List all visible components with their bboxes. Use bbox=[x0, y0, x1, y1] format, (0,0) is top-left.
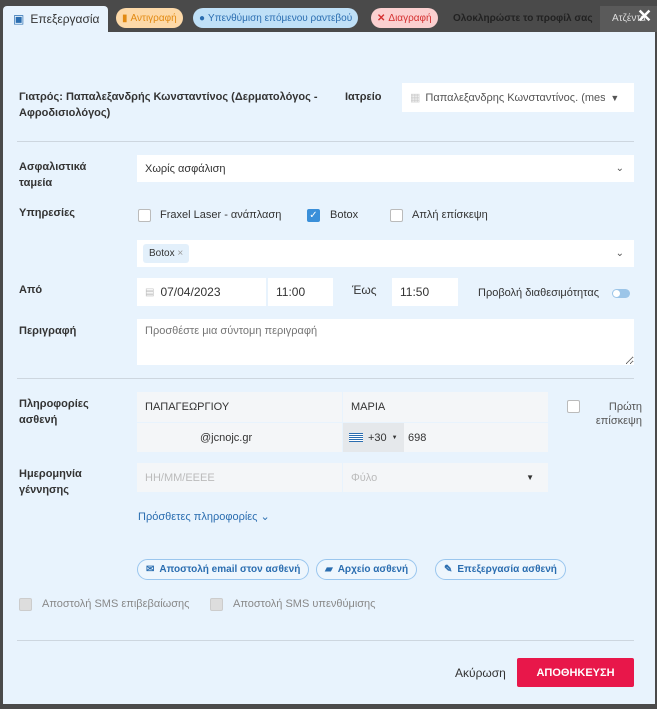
email-input[interactable]: @jcnojc.gr bbox=[137, 423, 342, 452]
calendar-icon: ▣ bbox=[13, 12, 25, 26]
copy-button[interactable]: ▮ Αντιγραφή bbox=[116, 8, 183, 28]
tab-edit[interactable]: ▣ Επεξεργασία bbox=[3, 6, 108, 32]
edit-patient-button[interactable]: ✎ Επεξεργασία ασθενή bbox=[435, 559, 566, 580]
insurance-select[interactable]: Χωρίς ασφάλιση ⌄ bbox=[137, 155, 634, 182]
caret-down-icon: ▼ bbox=[391, 434, 398, 441]
patient-info-label: Πληροφορίες ασθενή bbox=[19, 398, 89, 426]
gender-select[interactable]: Φύλο ▼ bbox=[343, 463, 548, 492]
chevron-down-icon: ⌄ bbox=[615, 163, 624, 174]
service-checkbox-fraxel[interactable] bbox=[138, 209, 151, 222]
first-visit-label: Πρώτη επίσκεψη bbox=[595, 401, 642, 427]
sms-reminder-label: Αποστολή SMS υπενθύμισης bbox=[233, 598, 376, 610]
grid-icon: ▦ bbox=[410, 92, 421, 104]
availability-label: Προβολή διαθεσιμότητας bbox=[478, 287, 600, 299]
phone-input[interactable]: 698 bbox=[404, 423, 548, 452]
service-label: Botox bbox=[330, 209, 359, 221]
clinic-select[interactable]: ▦ Παπαλεξανδρης Κωνσταντίνος. (mes ▼ bbox=[402, 83, 634, 112]
caret-down-icon: ▼ bbox=[610, 92, 620, 103]
tab-complete-profile[interactable]: Ολοκληρώστε το προφίλ σας bbox=[453, 13, 593, 24]
folder-icon: ▰ bbox=[325, 564, 333, 575]
sms-confirm-label: Αποστολή SMS επιβεβαίωσης bbox=[42, 598, 190, 610]
sms-reminder-checkbox[interactable] bbox=[210, 598, 223, 611]
divider bbox=[17, 141, 634, 142]
start-time-input[interactable]: 11:00 bbox=[268, 278, 333, 306]
send-email-button[interactable]: ✉ Αποστολή email στον ασθενή bbox=[137, 559, 310, 580]
cancel-button[interactable]: Ακύρωση bbox=[455, 666, 506, 680]
services-multiselect[interactable]: Botox × ⌄ bbox=[137, 240, 634, 267]
chevron-down-icon: ⌄ bbox=[260, 511, 270, 523]
more-info-link[interactable]: Πρόσθετες πληροφορίες ⌄ bbox=[138, 510, 270, 523]
patient-file-button[interactable]: ▰ Αρχείο ασθενή bbox=[316, 559, 418, 580]
chevron-down-icon: ⌄ bbox=[615, 248, 624, 259]
availability-toggle[interactable] bbox=[612, 289, 630, 298]
close-icon: ✕ bbox=[377, 12, 386, 24]
dob-input[interactable]: ΗΗ/ΜΜ/ΕΕΕΕ bbox=[137, 463, 342, 492]
envelope-icon: ✉ bbox=[146, 564, 155, 575]
service-tag: Botox × bbox=[143, 244, 190, 263]
dob-label: Ημερομηνία γέννησης bbox=[19, 468, 82, 496]
divider bbox=[17, 378, 634, 379]
insurance-label: Ασφαλιστικά ταμεία bbox=[19, 161, 87, 189]
copy-icon: ▮ bbox=[122, 12, 128, 24]
phone-country-select[interactable]: +30 ▼ bbox=[343, 423, 404, 452]
first-visit-checkbox[interactable] bbox=[567, 400, 580, 413]
description-textarea[interactable] bbox=[137, 319, 634, 365]
from-label: Από bbox=[19, 284, 43, 296]
save-button[interactable]: ΑΠΟΘΗΚΕΥΣΗ bbox=[517, 658, 634, 687]
service-label: Fraxel Laser - ανάπλαση bbox=[160, 209, 282, 221]
description-label: Περιγραφή bbox=[19, 325, 77, 337]
greece-flag-icon bbox=[349, 433, 363, 442]
last-name-input[interactable]: ΠΑΠΑΓΕΩΡΓΙΟΥ bbox=[137, 392, 342, 422]
delete-button[interactable]: ✕ Διαγραφή bbox=[371, 8, 438, 28]
divider bbox=[17, 640, 634, 641]
service-checkbox-botox[interactable]: ✓ bbox=[307, 209, 320, 222]
service-checkbox-simple-visit[interactable] bbox=[390, 209, 403, 222]
date-input[interactable]: ▤ 07/04/2023 bbox=[137, 278, 266, 306]
caret-down-icon: ▼ bbox=[526, 473, 534, 482]
services-label: Υπηρεσίες bbox=[19, 207, 76, 219]
calendar-icon: ▤ bbox=[145, 286, 155, 298]
remove-tag-icon[interactable]: × bbox=[177, 248, 183, 259]
sms-confirm-checkbox[interactable] bbox=[19, 598, 32, 611]
end-time-input[interactable]: 11:50 bbox=[392, 278, 458, 306]
pencil-icon: ✎ bbox=[444, 564, 453, 575]
bell-icon: ● bbox=[199, 12, 206, 24]
clinic-label: Ιατρείο bbox=[345, 91, 382, 103]
to-label: Έως bbox=[352, 283, 377, 297]
service-label: Απλή επίσκεψη bbox=[412, 209, 488, 221]
first-name-input[interactable]: ΜΑΡΙΑ bbox=[343, 392, 548, 422]
reminder-button[interactable]: ● Υπενθύμιση επόμενου ραντεβού bbox=[193, 8, 359, 28]
close-modal-icon[interactable]: ✕ bbox=[637, 6, 652, 27]
doctor-label: Γιατρός: Παπαλεξανδρής Κωνσταντίνος (Δερ… bbox=[19, 91, 318, 119]
